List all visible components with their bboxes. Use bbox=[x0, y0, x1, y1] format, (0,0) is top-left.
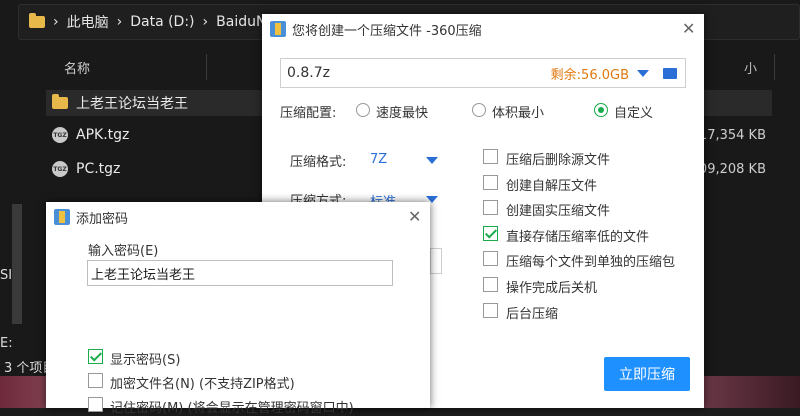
checkbox-remember-password[interactable] bbox=[88, 397, 103, 412]
free-space-label: 剩余:56.0GB bbox=[550, 67, 629, 83]
dialog-title-bar[interactable]: 添加密码 bbox=[46, 202, 430, 232]
radio-label[interactable]: 体积最小 bbox=[492, 102, 544, 121]
password-input[interactable]: 上老王论坛当老王 bbox=[87, 260, 393, 286]
nav-pane-text: E: bbox=[0, 336, 13, 351]
file-size: 09,208 KB bbox=[698, 161, 766, 177]
column-divider[interactable] bbox=[206, 54, 207, 80]
column-name-header[interactable]: 名称 bbox=[64, 58, 90, 77]
360zip-icon bbox=[54, 209, 70, 225]
chevron-right-icon: › bbox=[202, 14, 209, 30]
breadcrumb-item[interactable]: Data (D:) bbox=[130, 14, 194, 30]
radio-custom[interactable] bbox=[594, 103, 608, 117]
column-divider[interactable] bbox=[774, 54, 775, 80]
format-label: 压缩格式: bbox=[290, 155, 347, 170]
archive-icon: TGZ bbox=[52, 161, 68, 177]
checkbox-store-low-ratio[interactable] bbox=[483, 226, 498, 241]
password-input-label: 输入密码(E) bbox=[88, 244, 159, 259]
compress-now-button[interactable]: 立即压缩 bbox=[604, 357, 690, 391]
folder-icon bbox=[29, 13, 45, 28]
add-password-dialog: 添加密码 ✕ 输入密码(E) 上老王论坛当老王 显示密码(S) 加密文件名(N)… bbox=[46, 202, 430, 416]
format-select[interactable]: 7Z bbox=[370, 152, 387, 167]
checkbox-label[interactable]: 创建固实压缩文件 bbox=[506, 200, 610, 219]
dialog-title: 添加密码 bbox=[76, 211, 129, 227]
checkbox-self-extract[interactable] bbox=[483, 175, 498, 190]
checkbox-label[interactable]: 记住密码(M) (将会显示在管理密码窗口中) bbox=[110, 397, 354, 416]
checkbox-shutdown[interactable] bbox=[483, 277, 498, 292]
close-icon[interactable]: ✕ bbox=[408, 207, 421, 226]
nav-pane-text: SI bbox=[0, 268, 13, 283]
checkbox-label[interactable]: 直接存储压缩率低的文件 bbox=[506, 226, 649, 245]
checkbox-solid-archive[interactable] bbox=[483, 200, 498, 215]
password-value: 上老王论坛当老王 bbox=[91, 267, 196, 283]
breadcrumb-item[interactable]: 此电脑 bbox=[67, 12, 109, 32]
radio-label[interactable]: 自定义 bbox=[614, 102, 653, 121]
close-icon[interactable]: ✕ bbox=[682, 19, 695, 38]
checkbox-label[interactable]: 压缩后删除源文件 bbox=[506, 149, 610, 168]
checkbox-show-password[interactable] bbox=[88, 349, 103, 364]
checkbox-label[interactable]: 操作完成后关机 bbox=[506, 277, 597, 296]
dialog-title: 您将创建一个压缩文件 -360压缩 bbox=[292, 23, 482, 39]
browse-folder-icon[interactable] bbox=[663, 68, 677, 79]
file-name: PC.tgz bbox=[76, 161, 121, 177]
archive-path-input[interactable]: 0.8.7z 剩余:56.0GB bbox=[280, 58, 686, 88]
checkbox-label[interactable]: 显示密码(S) bbox=[110, 349, 180, 368]
chevron-right-icon: › bbox=[116, 14, 123, 30]
radio-size-smallest[interactable] bbox=[472, 103, 486, 117]
file-name: 上老王论坛当老王 bbox=[76, 96, 188, 112]
checkbox-separate-archives[interactable] bbox=[483, 251, 498, 266]
checkbox-encrypt-filenames[interactable] bbox=[88, 373, 103, 388]
checkbox-label[interactable]: 加密文件名(N) (不支持ZIP格式) bbox=[110, 373, 295, 392]
archive-path-value: 0.8.7z bbox=[287, 65, 330, 81]
checkbox-delete-source[interactable] bbox=[483, 149, 498, 164]
file-name: APK.tgz bbox=[76, 127, 130, 143]
checkbox-label[interactable]: 压缩每个文件到单独的压缩包 bbox=[506, 251, 675, 270]
checkbox-label[interactable]: 创建自解压文件 bbox=[506, 175, 597, 194]
scrollbar[interactable] bbox=[12, 204, 22, 324]
hidden-dropdown[interactable] bbox=[430, 248, 442, 274]
archive-icon: TGZ bbox=[52, 127, 68, 143]
checkbox-background[interactable] bbox=[483, 303, 498, 318]
chevron-right-icon: › bbox=[53, 14, 59, 30]
radio-label[interactable]: 速度最快 bbox=[376, 102, 428, 121]
dialog-title-bar[interactable]: 您将创建一个压缩文件 -360压缩 bbox=[262, 14, 704, 44]
folder-icon bbox=[52, 94, 68, 109]
360zip-icon bbox=[270, 21, 286, 37]
dropdown-arrow-icon[interactable] bbox=[637, 70, 649, 77]
config-label: 压缩配置: bbox=[280, 106, 337, 121]
dropdown-arrow-icon[interactable] bbox=[426, 157, 438, 164]
column-size-header[interactable]: 小 bbox=[744, 58, 757, 77]
radio-speed-fastest[interactable] bbox=[356, 103, 370, 117]
file-size: 17,354 KB bbox=[698, 127, 766, 143]
checkbox-label[interactable]: 后台压缩 bbox=[506, 303, 558, 322]
